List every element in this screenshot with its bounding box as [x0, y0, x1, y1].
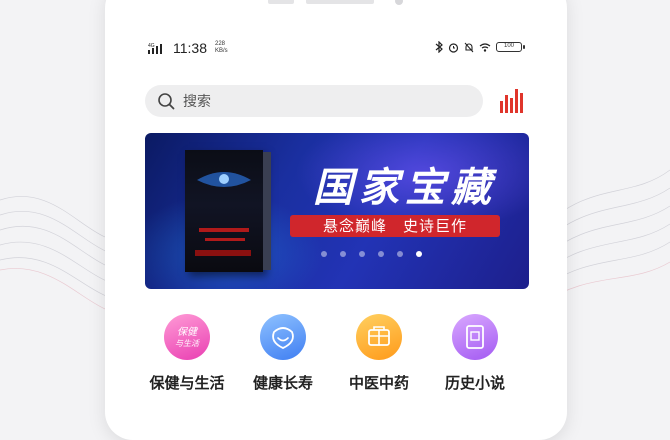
earpiece-speaker	[306, 0, 374, 4]
carousel-dots	[321, 251, 422, 257]
alarm-icon	[448, 42, 459, 53]
speed-value: 228	[215, 41, 226, 47]
carousel-dot[interactable]	[378, 251, 384, 257]
bluetooth-icon	[435, 41, 443, 53]
health-life-icon-text-bottom: 与生活	[175, 339, 200, 348]
health-life-icon: 保健 与生活	[164, 314, 210, 360]
book-author-mark	[195, 250, 251, 256]
front-camera	[395, 0, 403, 5]
health-life-icon-text-top: 保健	[177, 326, 199, 338]
category-longevity[interactable]: 健康长寿	[235, 314, 331, 393]
chinese-medicine-icon	[356, 314, 402, 360]
book-eye-art	[197, 172, 251, 187]
category-label: 保健与生活	[149, 374, 225, 392]
status-bar: 4G 11:38 228 KB/s 100	[148, 40, 525, 60]
category-health-life[interactable]: 保健 与生活 保健与生活	[139, 314, 235, 393]
phone-frame: 4G 11:38 228 KB/s 100 搜索 国家宝藏 悬念巅峰 史诗巨作 …	[105, 0, 567, 440]
audio-bars-icon[interactable]	[499, 85, 527, 113]
banner-tagline: 悬念巅峰 史诗巨作	[290, 215, 500, 237]
category-grid: 保健 与生活 保健与生活 健康长寿 中医中药 历史小说	[145, 314, 529, 404]
battery-icon: 100	[496, 42, 525, 52]
cellular-signal-icon: 4G	[148, 43, 162, 54]
category-chinese-medicine[interactable]: 中医中药	[331, 314, 427, 393]
search-icon	[158, 93, 175, 110]
speed-unit: KB/s	[215, 48, 228, 54]
carousel-dot[interactable]	[359, 251, 365, 257]
network-speed: 228 KB/s	[215, 41, 228, 55]
category-history-novel[interactable]: 历史小说	[427, 314, 523, 393]
book-spine	[263, 152, 271, 270]
longevity-icon	[260, 314, 306, 360]
clock: 11:38	[173, 40, 207, 56]
status-icons: 100	[435, 41, 525, 53]
promo-banner[interactable]: 国家宝藏 悬念巅峰 史诗巨作	[145, 133, 529, 289]
do-not-disturb-icon	[464, 42, 474, 52]
book-subtitle-mark	[205, 238, 245, 241]
banner-title: 国家宝藏	[313, 164, 497, 211]
category-label: 健康长寿	[252, 374, 313, 392]
history-novel-icon	[452, 314, 498, 360]
carousel-dot[interactable]	[340, 251, 346, 257]
book-title-mark	[199, 228, 249, 232]
carousel-dot[interactable]	[321, 251, 327, 257]
book-cover-image	[185, 150, 263, 272]
category-label: 历史小说	[444, 374, 505, 392]
search-bar[interactable]	[145, 85, 483, 119]
category-label: 中医中药	[348, 374, 409, 392]
search-input[interactable]	[181, 85, 465, 119]
wifi-icon	[479, 43, 491, 52]
earpiece-left	[268, 0, 294, 4]
carousel-dot[interactable]	[397, 251, 403, 257]
carousel-dot-active[interactable]	[416, 251, 422, 257]
